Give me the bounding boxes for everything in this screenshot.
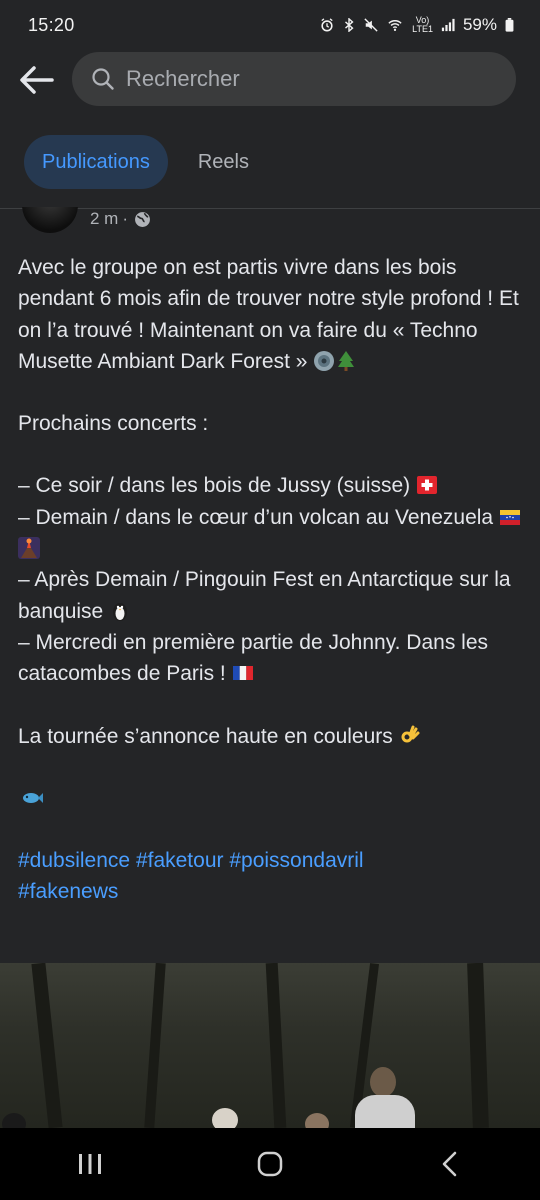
search-input[interactable] [126, 66, 456, 92]
ok-hand-emoji-icon [401, 725, 420, 743]
hashtag-link[interactable]: #poissondavril [229, 849, 363, 872]
mute-icon [364, 18, 378, 32]
concert-item-3: – Après Demain / Pingouin Fest en Antarc… [18, 568, 511, 623]
home-button[interactable] [230, 1134, 310, 1194]
network-type: Vo) LTE1 [412, 15, 433, 34]
status-icons: Vo) LTE1 59% [320, 15, 514, 35]
bluetooth-icon [345, 18, 354, 32]
post-intro: Avec le groupe on est partis vivre dans … [18, 256, 519, 373]
battery-level: 59% [462, 15, 497, 34]
wifi-icon [388, 20, 402, 31]
hashtag-link[interactable]: #dubsilence [18, 849, 130, 872]
status-bar: 15:20 Vo) LTE1 59% [0, 0, 540, 50]
photo-person [2, 1113, 26, 1128]
system-nav-bar [0, 1128, 540, 1200]
fish-emoji-icon [23, 792, 43, 803]
venezuela-flag-icon [499, 509, 520, 525]
post-header: 2 m · [20, 207, 520, 233]
concert-item-4: – Mercredi en première partie de Johnny.… [18, 630, 489, 686]
speaker-emoji-icon [314, 350, 335, 371]
photo-tree [467, 963, 489, 1128]
photo-person-body [355, 1095, 415, 1128]
concert-item-2: – Demain / dans le cœur d’un volcan au V… [18, 502, 528, 565]
hashtag-link[interactable]: #faketour [136, 849, 224, 872]
post-closing: La tournée s’annonce haute en couleurs [18, 721, 528, 752]
hashtag-link[interactable]: #fakenews [18, 880, 118, 903]
search-header [0, 50, 540, 110]
search-icon [92, 68, 114, 90]
avatar[interactable] [22, 207, 78, 233]
recent-apps-button[interactable] [50, 1134, 130, 1194]
status-time: 15:20 [28, 14, 75, 35]
signal-icon [441, 18, 455, 32]
penguin-emoji-icon [113, 602, 128, 621]
battery-icon [505, 18, 514, 32]
post-time: 2 m [90, 209, 119, 228]
home-icon [257, 1151, 283, 1177]
photo-tree [31, 963, 63, 1128]
tab-reels[interactable]: Reels [180, 135, 267, 189]
post-photo[interactable] [0, 963, 540, 1128]
tab-publications[interactable]: Publications [24, 135, 168, 189]
photo-tree [144, 963, 166, 1128]
fish-emoji-row [18, 783, 528, 814]
photo-person [370, 1067, 396, 1097]
back-button[interactable] [15, 62, 57, 98]
france-flag-icon [232, 666, 253, 681]
photo-tree [265, 963, 287, 1128]
alarm-icon [321, 18, 333, 32]
search-bar[interactable] [72, 52, 516, 106]
photo-person [212, 1108, 238, 1128]
post-separator: · [122, 209, 129, 228]
back-nav-button[interactable] [410, 1134, 490, 1194]
swiss-flag-icon [417, 476, 438, 495]
photo-person [305, 1113, 329, 1128]
chevron-left-icon [442, 1151, 457, 1177]
concerts-title: Prochains concerts : [18, 412, 209, 436]
tree-emoji-icon [338, 350, 355, 371]
screen: 15:20 Vo) LTE1 59% Rechercher Publicatio… [0, 0, 540, 1200]
content-tabs: Publications Reels [24, 135, 267, 189]
back-arrow-icon [20, 66, 54, 94]
concert-item-1: – Ce soir / dans les bois de Jussy (suis… [18, 470, 528, 501]
post-text: Avec le groupe on est partis vivre dans … [18, 252, 528, 908]
post-timestamp[interactable]: 2 m · [90, 207, 151, 231]
recent-apps-icon [79, 1154, 101, 1174]
globe-icon [135, 211, 150, 227]
post-hashtags: #dubsilence #faketour #poissondavril #fa… [18, 845, 528, 908]
volcano-emoji-icon [18, 537, 40, 560]
